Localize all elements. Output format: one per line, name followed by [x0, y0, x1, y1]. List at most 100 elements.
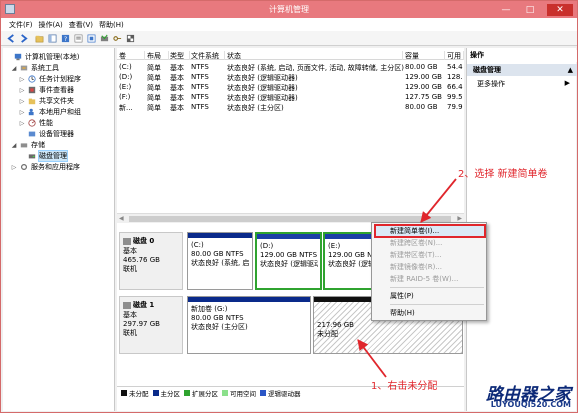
column-header-filesystem[interactable]: 文件系统: [191, 51, 225, 60]
partition-name: (D:): [260, 242, 274, 250]
partition-bar: [257, 234, 320, 239]
column-header-status[interactable]: 状态: [227, 51, 403, 60]
legend-item: 扩展分区: [184, 388, 218, 398]
back-icon[interactable]: [7, 34, 16, 43]
partition-d[interactable]: (D:) 129.00 GB NTFS 状态良好 (逻辑驱动: [255, 232, 322, 290]
tree-item-device-manager[interactable]: 设备管理器: [19, 129, 74, 139]
properties-icon[interactable]: [74, 34, 83, 43]
disk-name-row: 磁盘 1: [123, 300, 179, 310]
column-header-capacity[interactable]: 容量: [405, 51, 445, 60]
volume-free: 66.4: [447, 83, 463, 91]
more-actions-link[interactable]: 更多操作: [477, 79, 505, 89]
close-button[interactable]: ✕: [547, 3, 573, 16]
column-header-free[interactable]: 可用: [447, 51, 464, 60]
menu-bar: 文件(F) 操作(A) 查看(V) 帮助(H): [1, 18, 577, 31]
menu-item-new-striped-volume[interactable]: 新建带区卷(T)...: [376, 250, 484, 260]
tree-expander[interactable]: ▷: [19, 76, 25, 83]
legend-item: 逻辑驱动器: [260, 388, 301, 398]
volume-name: (F:): [119, 93, 131, 101]
menu-item-properties[interactable]: 属性(P): [376, 291, 484, 301]
menu-item-new-simple-volume[interactable]: 新建简单卷(I)...: [374, 224, 486, 238]
title-bar[interactable]: 计算机管理 — □ ✕: [1, 1, 577, 18]
partition-size: 129.00 GB NTFS: [260, 251, 318, 259]
tree-expander[interactable]: ▷: [11, 164, 17, 171]
column-header-layout[interactable]: 布局: [147, 51, 169, 60]
show-hide-tree-icon[interactable]: [48, 34, 57, 43]
tree-item-system-tools[interactable]: ◢ 系统工具: [11, 63, 59, 73]
tree-expander[interactable]: ▷: [19, 87, 25, 94]
partition-bar: [188, 233, 252, 238]
scroll-right-icon[interactable]: ▶: [457, 215, 462, 222]
menu-item-help[interactable]: 帮助(H): [376, 308, 484, 318]
column-header-type[interactable]: 类型: [170, 51, 190, 60]
partition-g[interactable]: 新加卷 (G:) 80.00 GB NTFS 状态良好 (主分区): [187, 296, 311, 354]
disk-0-label[interactable]: 磁盘 0 基本 465.76 GB 联机: [119, 232, 183, 290]
menu-file[interactable]: 文件(F): [9, 20, 33, 30]
disk-name-row: 磁盘 0: [123, 236, 179, 246]
up-folder-icon[interactable]: [35, 34, 44, 43]
menu-item-new-mirrored-volume[interactable]: 新建镜像卷(R)...: [376, 262, 484, 272]
actions-section-disk-management[interactable]: 磁盘管理 ▲: [467, 64, 577, 76]
tree-item-label: 服务和应用程序: [31, 163, 80, 171]
tree-item-services-applications[interactable]: ▷ 服务和应用程序: [11, 162, 80, 172]
tools-icon: [20, 65, 28, 71]
tree-expander[interactable]: ◢: [11, 65, 17, 72]
tree-expander[interactable]: ▷: [19, 98, 25, 105]
performance-icon: [28, 119, 36, 127]
tree-item-event-viewer[interactable]: ▷ 事件查看器: [19, 85, 74, 95]
volume-free: 128.: [447, 73, 463, 81]
volume-row[interactable]: (F:) 简单 基本 NTFS 状态良好 (逻辑驱动器) 127.75 GB 9…: [117, 92, 464, 102]
minimize-button[interactable]: —: [499, 4, 513, 16]
partition-c[interactable]: (C:) 80.00 GB NTFS 状态良好 (系统, 启: [187, 232, 253, 290]
tree-item-computer-management[interactable]: 计算机管理(本地): [5, 52, 79, 62]
tree-item-label: 计算机管理(本地): [25, 53, 80, 61]
key-icon[interactable]: [113, 34, 122, 43]
tree-item-label: 性能: [39, 119, 53, 127]
scroll-left-icon[interactable]: ◀: [119, 215, 124, 222]
menu-view[interactable]: 查看(V): [69, 20, 93, 30]
volume-row[interactable]: (E:) 简单 基本 NTFS 状态良好 (逻辑驱动器) 129.00 GB 6…: [117, 82, 464, 92]
volume-type: 基本: [170, 104, 184, 112]
menu-item-new-raid5-volume[interactable]: 新建 RAID-5 卷(W)...: [376, 274, 484, 284]
help-icon[interactable]: ?: [61, 34, 70, 43]
volume-capacity: 80.00 GB: [405, 103, 438, 111]
tree-item-local-users-groups[interactable]: ▷ 本地用户和组: [19, 107, 81, 117]
tree-item-performance[interactable]: ▷ 性能: [19, 118, 53, 128]
column-header-volume[interactable]: 卷: [119, 51, 145, 60]
volume-filesystem: NTFS: [191, 103, 209, 111]
legend-label: 主分区: [160, 389, 181, 398]
forward-icon[interactable]: [19, 34, 28, 43]
volume-list-header: 卷 布局 类型 文件系统 状态 容量 可用: [117, 50, 464, 60]
tree-item-disk-management[interactable]: 磁盘管理: [19, 150, 68, 162]
export-list-icon[interactable]: [87, 34, 96, 43]
volume-layout: 简单: [147, 104, 161, 112]
legend-swatch: [222, 389, 228, 396]
partition-size: 217.96 GB: [317, 321, 354, 329]
users-icon: [28, 108, 34, 116]
disk-1-label[interactable]: 磁盘 1 基本 297.97 GB 联机: [119, 296, 183, 354]
tree-item-task-scheduler[interactable]: ▷ 任务计划程序: [19, 74, 81, 84]
maximize-button[interactable]: □: [523, 4, 537, 16]
tree-expander[interactable]: ◢: [11, 142, 17, 149]
disk-icon: [123, 237, 131, 245]
legend-item: 主分区: [152, 388, 181, 398]
volume-name: (C:): [119, 63, 132, 71]
volume-row[interactable]: (C:) 简单 基本 NTFS 状态良好 (系统, 启动, 页面文件, 活动, …: [117, 62, 464, 72]
menu-action[interactable]: 操作(A): [39, 20, 63, 30]
tree-item-shared-folders[interactable]: ▷ 共享文件夹: [19, 96, 74, 106]
volume-filesystem: NTFS: [191, 73, 209, 81]
tree-item-label: 任务计划程序: [39, 75, 81, 83]
tree-item-storage[interactable]: ◢ 存储: [11, 140, 45, 150]
volume-row[interactable]: (D:) 简单 基本 NTFS 状态良好 (逻辑驱动器) 129.00 GB 1…: [117, 72, 464, 82]
collapse-icon[interactable]: ▲: [568, 66, 573, 74]
menu-help[interactable]: 帮助(H): [99, 20, 124, 30]
volume-row[interactable]: 新... 简单 基本 NTFS 状态良好 (主分区) 80.00 GB 79.9: [117, 102, 464, 112]
tree-expander[interactable]: ▷: [19, 120, 25, 127]
view-icon[interactable]: [126, 34, 135, 43]
disk-type: 基本: [123, 311, 137, 319]
disk-check-icon[interactable]: [100, 34, 109, 43]
menu-item-new-spanned-volume[interactable]: 新建跨区卷(N)...: [376, 238, 484, 248]
partition-status: 状态良好 (逻辑驱动: [260, 260, 318, 268]
tree-expander[interactable]: ▷: [19, 109, 25, 116]
legend-swatch: [184, 389, 190, 396]
